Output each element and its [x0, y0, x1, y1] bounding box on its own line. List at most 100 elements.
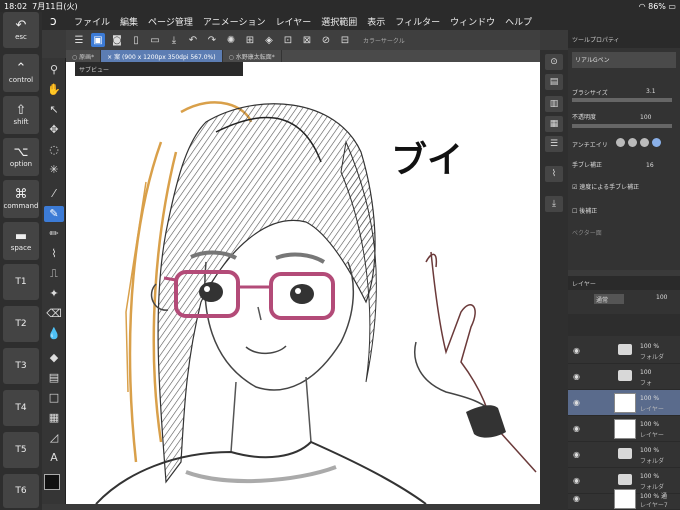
opacity-value[interactable]: 100 — [640, 114, 664, 121]
open-folder-icon[interactable]: ▭ — [148, 33, 162, 47]
material-icon[interactable]: ⌇ — [545, 166, 563, 182]
hand-tool-icon[interactable]: ✋ — [44, 82, 64, 98]
panel-icon-1[interactable]: ▥ — [545, 96, 563, 112]
zoom-tool-icon[interactable]: ⚲ — [44, 62, 64, 78]
menu-view[interactable]: 表示 — [367, 15, 385, 28]
post-correction-row[interactable]: ☐ 後補正 — [572, 206, 676, 215]
layer-icon[interactable]: ▣ — [91, 33, 105, 47]
eye-icon[interactable]: ◉ — [573, 476, 580, 485]
menu-file[interactable]: ファイル — [74, 15, 110, 28]
invert-icon[interactable]: ⊘ — [319, 33, 333, 47]
eye-icon[interactable]: ◉ — [573, 494, 580, 503]
tab-draft[interactable]: × 案 (900 x 1200px 350dpi 567.0%) — [101, 50, 223, 62]
panel-icon-2[interactable]: ▦ — [545, 116, 563, 132]
frame-tool-icon[interactable]: ▦ — [44, 410, 64, 426]
app-logo-icon[interactable]: ↄ — [50, 14, 64, 28]
camera-icon[interactable]: ◙ — [110, 33, 124, 47]
import-icon[interactable]: ⤓ — [545, 196, 563, 212]
menu-help[interactable]: ヘルプ — [505, 15, 532, 28]
shape-tool-icon[interactable]: □ — [44, 390, 64, 406]
eye-icon[interactable]: ◉ — [573, 372, 580, 381]
fill-cmd-icon[interactable]: ◈ — [262, 33, 276, 47]
eraser-tool-icon[interactable]: ⌫ — [44, 306, 64, 322]
eye-icon[interactable]: ◉ — [573, 346, 580, 355]
ruler-tool-icon[interactable]: ◿ — [44, 430, 64, 446]
menu-icon[interactable]: ☰ — [72, 33, 86, 47]
save-icon[interactable]: ⤓ — [167, 33, 181, 47]
menu-edit[interactable]: 編集 — [120, 15, 138, 28]
menu-filter[interactable]: フィルター — [395, 15, 440, 28]
menu-window[interactable]: ウィンドウ — [450, 15, 495, 28]
fill-tool-icon[interactable]: ◆ — [44, 350, 64, 366]
menu-animation[interactable]: アニメーション — [203, 15, 266, 28]
pencil-tool-icon[interactable]: ✏ — [44, 226, 64, 242]
drawing-canvas[interactable]: ブイ — [66, 62, 540, 504]
panel-icon-3[interactable]: ☰ — [545, 136, 563, 152]
subview-label: サブビュー — [79, 67, 110, 74]
object-tool-icon[interactable]: ↖ — [44, 102, 64, 118]
menu-layer[interactable]: レイヤー — [276, 15, 312, 28]
main-color-swatch[interactable] — [44, 474, 60, 490]
redo-cmd-icon[interactable]: ↷ — [205, 33, 219, 47]
magic-wand-icon[interactable]: ✳ — [44, 162, 64, 178]
gradient-tool-icon[interactable]: ▤ — [44, 370, 64, 386]
tab-original[interactable]: ○ 原画* — [66, 50, 102, 62]
artwork-svg: ブイ — [95, 101, 537, 504]
t6-key[interactable]: T6 — [3, 474, 39, 508]
shift-key[interactable]: ⇧ shift — [3, 96, 39, 134]
control-key[interactable]: ⌃ control — [3, 54, 39, 92]
layer-row-selected[interactable]: ◉ 100 % レイヤー — [568, 390, 680, 416]
layer-row[interactable]: ◉ 100 % フォルダ — [568, 442, 680, 468]
opacity-slider[interactable] — [572, 124, 672, 128]
layer-row[interactable]: ◉ 100 % 通レイヤー7 — [568, 486, 680, 510]
stabilization-value[interactable]: 16 — [646, 162, 664, 169]
deselect-icon[interactable]: ⊠ — [300, 33, 314, 47]
layer-row[interactable]: ◉ 100 フォ — [568, 364, 680, 390]
navigator-icon[interactable]: ⊙ — [545, 54, 563, 70]
layer-row[interactable]: ◉ 100 % レイヤー — [568, 416, 680, 442]
status-time: 18:02 — [4, 1, 28, 11]
loading-icon[interactable]: ✺ — [224, 33, 238, 47]
command-key[interactable]: ⌘ command — [3, 180, 39, 218]
text-tool-icon[interactable]: A — [44, 450, 64, 466]
status-bar: 18:02 7月11日(火) ◠ 86% ▭ — [0, 0, 680, 12]
menu-selection[interactable]: 選択範囲 — [321, 15, 357, 28]
option-key[interactable]: ⌥ option — [3, 138, 39, 176]
layer-opacity-value[interactable]: 100 — [656, 294, 678, 301]
space-key[interactable]: ▬ space — [3, 222, 39, 260]
brush-size-slider[interactable] — [572, 98, 672, 102]
blend-tool-icon[interactable]: 💧 — [44, 326, 64, 342]
speed-stabilization-row[interactable]: ☑ 速度による手ブレ補正 — [572, 182, 676, 191]
blend-mode-select[interactable]: 通常 — [594, 294, 624, 304]
t1-key[interactable]: T1 — [3, 264, 39, 300]
t5-key[interactable]: T5 — [3, 432, 39, 468]
crop-icon[interactable]: ⊟ — [338, 33, 352, 47]
modifier-keys-panel: ↶ esc ⌃ control ⇧ shift ⌥ option ⌘ command ▬ s… — [0, 12, 42, 510]
undo-cmd-icon[interactable]: ↶ — [186, 33, 200, 47]
decoration-tool-icon[interactable]: ✦ — [44, 286, 64, 302]
menu-page[interactable]: ページ管理 — [148, 15, 193, 28]
clear-icon[interactable]: ⊞ — [243, 33, 257, 47]
brush-tool-icon[interactable]: ⌇ — [44, 246, 64, 262]
transform-icon[interactable]: ⊡ — [281, 33, 295, 47]
esc-key[interactable]: ↶ esc — [3, 12, 39, 48]
lasso-tool-icon[interactable]: ◌ — [44, 142, 64, 158]
eyedropper-icon[interactable]: ⁄ — [44, 186, 64, 202]
antialias-options[interactable] — [616, 138, 676, 148]
sub-view-panel[interactable]: サブビュー — [75, 62, 243, 76]
move-tool-icon[interactable]: ✥ — [44, 122, 64, 138]
sub-tool-icon[interactable]: ▤ — [545, 74, 563, 90]
tab-other[interactable]: ○ 水野康太転面* — [223, 50, 282, 62]
layer-row[interactable]: ◉ 100 % フォルダ — [568, 338, 680, 364]
t4-key[interactable]: T4 — [3, 390, 39, 426]
new-file-icon[interactable]: ▯ — [129, 33, 143, 47]
pen-tool-icon[interactable]: ✎ — [44, 206, 64, 222]
color-swatches[interactable] — [44, 474, 68, 500]
eye-icon[interactable]: ◉ — [573, 398, 580, 407]
eye-icon[interactable]: ◉ — [573, 450, 580, 459]
t2-key[interactable]: T2 — [3, 306, 39, 342]
airbrush-tool-icon[interactable]: ⎍ — [44, 266, 64, 282]
eye-icon[interactable]: ◉ — [573, 424, 580, 433]
t3-key[interactable]: T3 — [3, 348, 39, 384]
brush-size-value[interactable]: 3.1 — [646, 88, 666, 95]
